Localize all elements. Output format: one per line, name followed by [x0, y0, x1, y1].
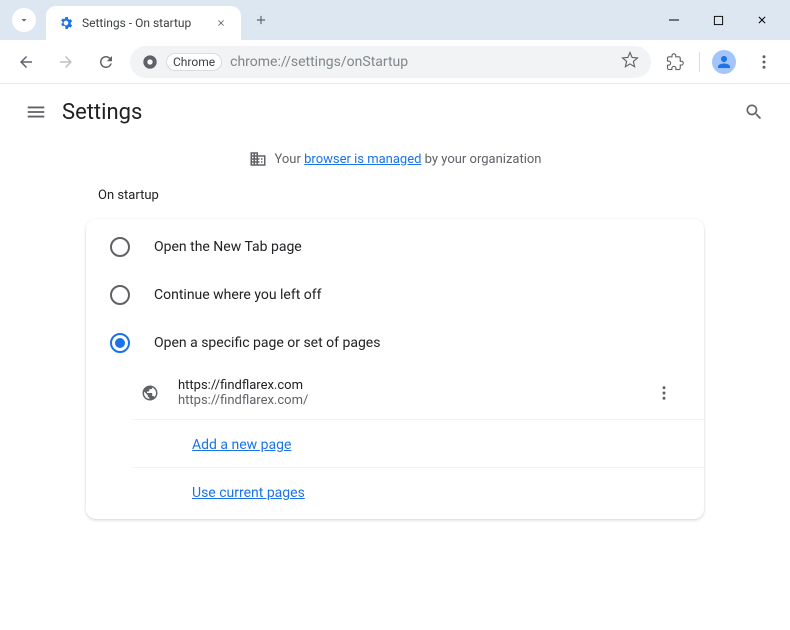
back-button[interactable]: [10, 46, 42, 78]
menu-toggle-button[interactable]: [16, 92, 56, 132]
option-continue[interactable]: Continue where you left off: [86, 271, 704, 319]
forward-button[interactable]: [50, 46, 82, 78]
window-titlebar: Settings - On startup: [0, 0, 790, 40]
managed-text: Your browser is managed by your organiza…: [275, 152, 542, 167]
use-current-link[interactable]: Use current pages: [192, 485, 305, 501]
close-icon: [216, 18, 226, 28]
bookmark-button[interactable]: [621, 51, 639, 73]
reload-button[interactable]: [90, 46, 122, 78]
chrome-logo-icon: [142, 54, 158, 70]
profile-button[interactable]: [708, 46, 740, 78]
avatar-icon: [712, 50, 736, 74]
domain-icon: [249, 150, 267, 168]
settings-header: Settings: [0, 84, 790, 140]
radio-icon: [110, 285, 130, 305]
close-icon: [756, 14, 768, 26]
startup-page-row: https://findflarex.com https://findflare…: [132, 367, 704, 420]
plus-icon: [254, 13, 268, 27]
settings-content: On startup Open the New Tab page Continu…: [0, 178, 790, 519]
add-page-link[interactable]: Add a new page: [192, 437, 291, 453]
puzzle-icon: [666, 53, 684, 71]
more-vert-icon: [755, 53, 773, 71]
managed-banner: Your browser is managed by your organiza…: [0, 140, 790, 178]
page-title: Settings: [62, 100, 142, 125]
browser-toolbar: Chrome chrome://settings/onStartup: [0, 40, 790, 84]
managed-link[interactable]: browser is managed: [304, 152, 421, 167]
tab-title: Settings - On startup: [82, 16, 205, 30]
option-label: Open the New Tab page: [154, 239, 302, 255]
option-specific-pages[interactable]: Open a specific page or set of pages: [86, 319, 704, 367]
section-title: On startup: [86, 178, 704, 213]
tab-search-dropdown[interactable]: [12, 8, 36, 32]
page-url-text: https://findflarex.com/: [178, 393, 648, 408]
arrow-left-icon: [17, 53, 35, 71]
maximize-icon: [713, 15, 724, 26]
radio-icon: [110, 237, 130, 257]
star-icon: [621, 51, 639, 69]
minimize-button[interactable]: [654, 6, 694, 34]
more-vert-icon: [655, 384, 673, 402]
option-label: Continue where you left off: [154, 287, 322, 303]
browser-tab[interactable]: Settings - On startup: [46, 6, 241, 40]
window-controls: [654, 6, 782, 34]
radio-icon: [110, 333, 130, 353]
close-window-button[interactable]: [742, 6, 782, 34]
globe-icon: [140, 383, 160, 403]
tab-close-button[interactable]: [213, 15, 229, 31]
startup-card: Open the New Tab page Continue where you…: [86, 219, 704, 519]
search-settings-button[interactable]: [734, 92, 774, 132]
hamburger-icon: [25, 101, 47, 123]
new-tab-button[interactable]: [247, 6, 275, 34]
omnibox-chip: Chrome: [166, 53, 222, 71]
page-info: https://findflarex.com https://findflare…: [178, 378, 648, 408]
page-title-text: https://findflarex.com: [178, 378, 648, 393]
omnibox-url: chrome://settings/onStartup: [230, 54, 613, 70]
add-page-row: Add a new page: [132, 420, 704, 468]
reload-icon: [97, 53, 115, 71]
address-bar[interactable]: Chrome chrome://settings/onStartup: [130, 46, 651, 78]
minimize-icon: [668, 14, 680, 26]
extensions-button[interactable]: [659, 46, 691, 78]
use-current-row: Use current pages: [132, 468, 704, 515]
divider: [699, 52, 700, 72]
maximize-button[interactable]: [698, 6, 738, 34]
option-label: Open a specific page or set of pages: [154, 335, 380, 351]
page-more-button[interactable]: [648, 377, 680, 409]
search-icon: [744, 102, 764, 122]
startup-pages-list: https://findflarex.com https://findflare…: [132, 367, 704, 515]
arrow-right-icon: [57, 53, 75, 71]
chrome-menu-button[interactable]: [748, 46, 780, 78]
option-new-tab[interactable]: Open the New Tab page: [86, 223, 704, 271]
chevron-down-icon: [18, 14, 30, 26]
gear-icon: [58, 15, 74, 31]
